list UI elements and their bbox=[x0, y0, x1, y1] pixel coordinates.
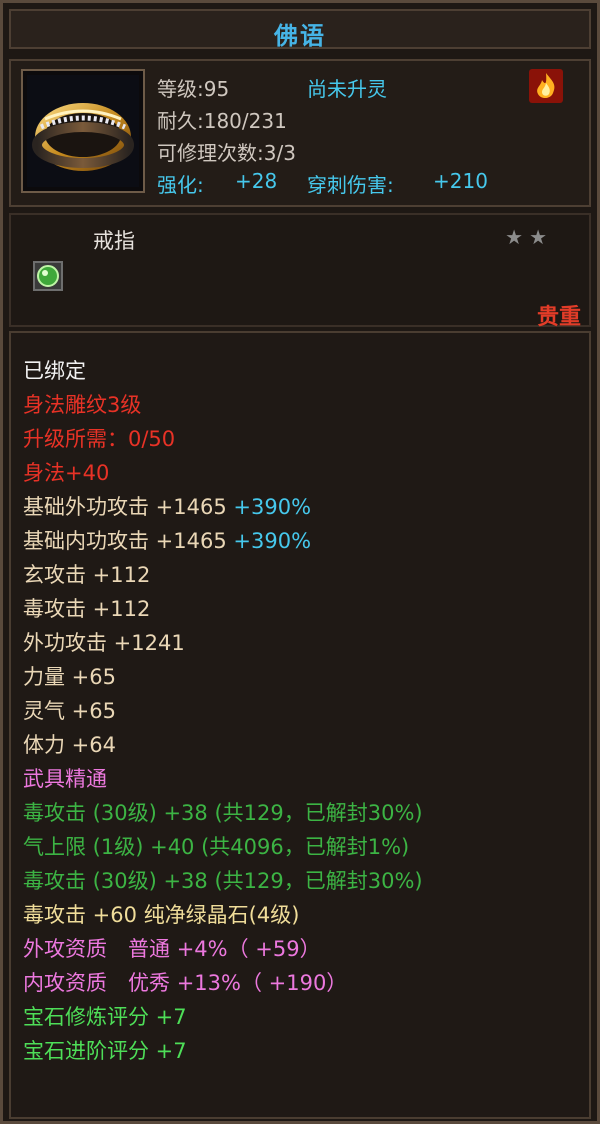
item-type-area: 戒指 ★★ 贵重 bbox=[9, 213, 591, 330]
base-int-attack-value: 基础内功攻击 +1465 bbox=[23, 529, 227, 553]
durability-text: 耐久:180/231 bbox=[157, 109, 287, 133]
rarity-label: 贵重 bbox=[536, 305, 581, 330]
mastery-line-2: 气上限 (1级) +40 (共4096，已解封1%) bbox=[23, 835, 410, 859]
poison-attack: 毒攻击 +112 bbox=[23, 597, 151, 621]
gem-advance-score: 宝石进阶评分 +7 bbox=[23, 1039, 187, 1063]
pierce-damage-label: 穿刺伤害: bbox=[307, 173, 394, 197]
weapon-mastery-header: 武具精通 bbox=[23, 767, 107, 791]
ext-aptitude-label: 外攻资质 普通 bbox=[23, 937, 170, 961]
item-tooltip: 佛语 等级:95 尚未升灵 耐久:180/231 可修理次数:3/3 强化: +… bbox=[0, 0, 600, 1124]
stamina: 体力 +64 bbox=[23, 733, 116, 757]
item-header: 等级:95 尚未升灵 耐久:180/231 可修理次数:3/3 强化: +28 … bbox=[9, 59, 591, 207]
gem-bonus: 毒攻击 +60 bbox=[23, 903, 137, 927]
spirit: 灵气 +65 bbox=[23, 699, 116, 723]
green-gem-icon bbox=[33, 261, 63, 291]
base-int-attack-percent: +390% bbox=[233, 529, 312, 553]
strength: 力量 +65 bbox=[23, 665, 116, 689]
mastery-line-3: 毒攻击 (30级) +38 (共129，已解封30%) bbox=[23, 869, 423, 893]
base-int-attack: 基础内功攻击 +1465 +390% bbox=[23, 527, 311, 555]
xuan-attack: 玄攻击 +112 bbox=[23, 563, 151, 587]
ring-item-icon bbox=[21, 69, 145, 193]
ext-attack: 外功攻击 +1241 bbox=[23, 631, 185, 655]
int-aptitude-label: 内攻资质 优秀 bbox=[23, 971, 170, 995]
bound-status: 已绑定 bbox=[23, 359, 86, 383]
upgrade-requirement: 升级所需：0/50 bbox=[23, 427, 176, 451]
int-aptitude-value: +13%（ +190） bbox=[176, 971, 348, 995]
pierce-damage-value: +210 bbox=[433, 169, 488, 193]
ext-aptitude-value: +4%（ +59） bbox=[176, 937, 321, 961]
base-ext-attack-percent: +390% bbox=[233, 495, 312, 519]
gem-refine-score: 宝石修炼评分 +7 bbox=[23, 1005, 187, 1029]
repair-count-text: 可修理次数:3/3 bbox=[157, 141, 296, 165]
carving-level: 身法雕纹3级 bbox=[23, 393, 142, 417]
enhance-value: +28 bbox=[235, 169, 278, 193]
int-aptitude: 内攻资质 优秀 +13%（ +190） bbox=[23, 969, 347, 997]
base-ext-attack: 基础外功攻击 +1465 +390% bbox=[23, 493, 311, 521]
level-text: 等级:95 bbox=[157, 77, 230, 101]
enhance-label: 强化: bbox=[157, 173, 204, 197]
gem-line: 毒攻击 +60 纯净绿晶石(4级) bbox=[23, 901, 299, 929]
item-type: 戒指 bbox=[93, 229, 135, 253]
attributes-panel: 已绑定 身法雕纹3级 升级所需：0/50 身法+40 基础外功攻击 +1465 … bbox=[9, 331, 591, 1119]
ext-aptitude: 外攻资质 普通 +4%（ +59） bbox=[23, 935, 321, 963]
mastery-line-1: 毒攻击 (30级) +38 (共129，已解封30%) bbox=[23, 801, 423, 825]
title-bar: 佛语 bbox=[9, 9, 591, 50]
fire-icon bbox=[529, 69, 563, 107]
star-rating: ★★ bbox=[505, 225, 553, 249]
agility-bonus: 身法+40 bbox=[23, 461, 110, 485]
gem-name: 纯净绿晶石(4级) bbox=[143, 903, 300, 927]
item-name: 佛语 bbox=[274, 22, 326, 50]
base-ext-attack-value: 基础外功攻击 +1465 bbox=[23, 495, 227, 519]
spirit-status: 尚未升灵 bbox=[307, 77, 387, 101]
